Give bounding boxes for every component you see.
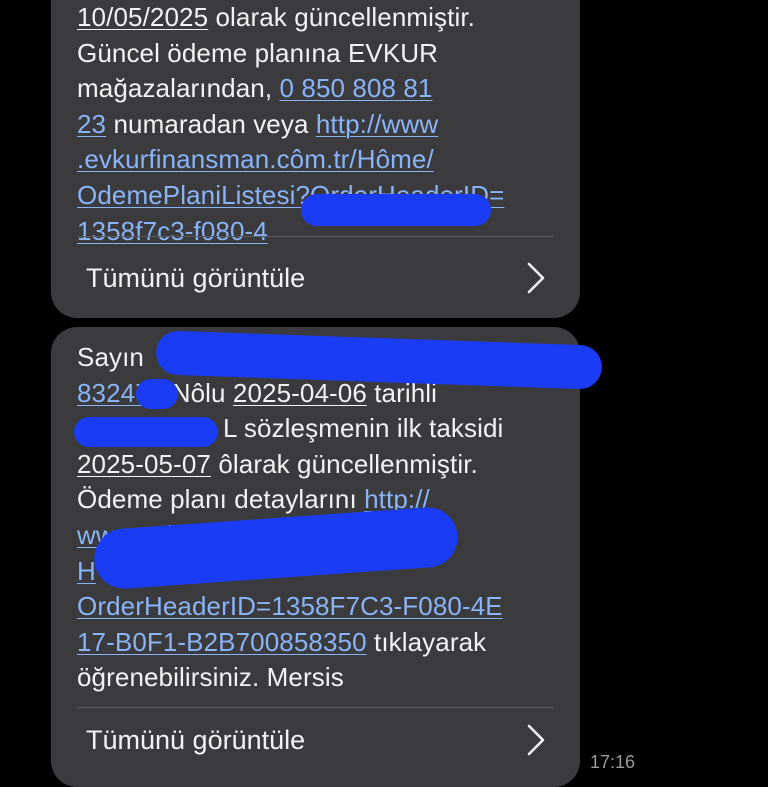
message-segment: Güncel ödeme planına EVKUR: [77, 37, 439, 68]
message-segment: numaradan veya: [106, 108, 316, 139]
message-bubble[interactable]: 10/05/2025 olarak güncellenmiştir. Güncel…: [51, 0, 580, 318]
message-segment: öğrenebilirsiniz. Mersis: [77, 662, 344, 693]
message-segment: Ödeme planı detaylarını: [77, 484, 365, 515]
redaction-mark: [74, 417, 218, 447]
message-line: 23 numaradan veya http://www: [77, 107, 558, 143]
message-segment: olarak güncellenmiştir.: [208, 2, 475, 32]
message-segment: tıklayarak: [366, 626, 487, 657]
message-line: .evkurfinansman.côm.tr/Hôme/: [77, 142, 558, 178]
message-link[interactable]: .evkurfinansman.côm.tr/Hôme/: [77, 144, 434, 174]
redaction-mark: [301, 194, 491, 226]
message-link[interactable]: http://www: [316, 109, 438, 139]
divider: [77, 236, 554, 237]
message-segment: mağazalarından,: [77, 73, 280, 104]
message-line: öğrenebilirsiniz. Mersis: [77, 660, 558, 696]
redaction-mark: [136, 379, 178, 409]
message-segment: Sayın: [77, 342, 144, 372]
message-date[interactable]: 2025-04-06: [233, 378, 367, 408]
message-line: mağazalarından, 0 850 808 81: [77, 71, 558, 107]
message-line: OrderHeaderID=1358F7C3-F080-4E: [77, 589, 558, 625]
message-line: 10/05/2025 olarak güncellenmiştir.: [77, 0, 558, 36]
message-link[interactable]: 8324: [77, 378, 135, 408]
message-link[interactable]: OrderHeaderID=1358F7C3-F080-4E: [77, 591, 503, 621]
message-link[interactable]: 0 850 808 81: [280, 73, 433, 103]
message-segment: L sözleşmenin ilk taksidi: [223, 413, 504, 444]
view-all-label: Tümünü görüntüle: [86, 262, 306, 293]
message-link[interactable]: 23: [77, 109, 106, 139]
chevron-right-icon: [527, 262, 545, 294]
message-line: Ödeme planı detaylarını http://: [77, 482, 558, 518]
message-link[interactable]: 17-B0F1-B2B700858350: [77, 627, 367, 657]
message-link[interactable]: H: [77, 556, 96, 586]
message-segment: ôlarak güncellenmiştir.: [211, 448, 478, 479]
message-date[interactable]: 10/05/2025: [77, 2, 208, 32]
view-all-label: Tümünü görüntüle: [86, 724, 306, 755]
chevron-right-icon: [527, 724, 545, 756]
message-line: 2025-05-07 ôlarak güncellenmiştir.: [77, 447, 558, 483]
view-all-button[interactable]: Tümünü görüntüle: [77, 705, 554, 775]
view-all-button[interactable]: Tümünü görüntüle: [77, 243, 554, 313]
message-date[interactable]: 2025-05-07: [77, 449, 211, 479]
message-link[interactable]: 1358f7c3-f080-4: [77, 216, 268, 246]
message-timestamp: 17:16: [590, 752, 636, 772]
message-line: Güncel ödeme planına EVKUR: [77, 36, 558, 72]
message-line: 17-B0F1-B2B700858350 tıklayarak: [77, 625, 558, 661]
